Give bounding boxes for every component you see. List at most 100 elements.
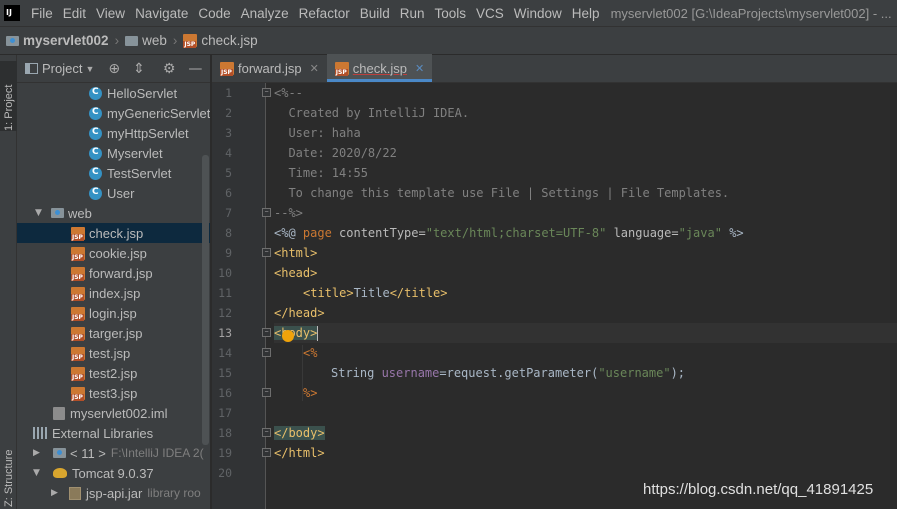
code-line: <head> [274, 266, 318, 280]
tree-item[interactable]: myHttpServlet [17, 123, 210, 143]
tree-item[interactable]: myGenericServlet [17, 103, 210, 123]
close-icon[interactable]: ✕ [310, 62, 319, 75]
class-icon [89, 166, 102, 180]
tree-item[interactable]: Myservlet [17, 143, 210, 163]
tree-item[interactable]: test.jsp [17, 343, 210, 363]
breadcrumb-file[interactable]: check.jsp [177, 33, 258, 48]
chevron-right-icon[interactable]: ▶ [51, 488, 63, 498]
watermark: https://blog.csdn.net/qq_41891425 [643, 481, 874, 498]
menu-navigate[interactable]: Navigate [130, 6, 193, 21]
line-number: 17 [218, 406, 232, 420]
tab-check-jsp[interactable]: check.jsp ✕ [326, 54, 433, 82]
menu-refactor[interactable]: Refactor [294, 6, 355, 21]
fold-marker-icon[interactable]: − [262, 388, 271, 397]
class-icon [89, 126, 102, 140]
line-number: 9 [225, 246, 232, 260]
tree-item[interactable]: cookie.jsp [17, 243, 210, 263]
menu-analyze[interactable]: Analyze [236, 6, 294, 21]
line-number: 19 [218, 446, 232, 460]
breadcrumb-folder[interactable]: web › [119, 33, 177, 48]
jsp-file-icon [220, 61, 234, 76]
structure-tool-tab[interactable]: Z: Structure [0, 427, 17, 507]
tree-item-jdk[interactable]: ▶ < 11 > F:\IntelliJ IDEA 2( [17, 443, 210, 463]
line-number: 14 [218, 346, 232, 360]
menu-bar: File Edit View Navigate Code Analyze Ref… [0, 0, 897, 26]
menu-vcs[interactable]: VCS [471, 6, 509, 21]
breadcrumb-project[interactable]: myservlet002 › [0, 33, 119, 48]
code-line: <%-- [274, 86, 303, 100]
tree-item[interactable]: login.jsp [17, 303, 210, 323]
tree-item-tomcat[interactable]: ▼ Tomcat 9.0.37 [17, 463, 210, 483]
window-title: myservlet002 [G:\IdeaProjects\myservlet0… [610, 5, 892, 21]
fold-marker-icon[interactable]: − [262, 428, 271, 437]
collapse-all-icon[interactable]: ⇕ [133, 61, 145, 77]
tree-item[interactable]: forward.jsp [17, 263, 210, 283]
menu-build[interactable]: Build [355, 6, 395, 21]
jsp-file-icon [71, 266, 85, 281]
tree-item[interactable]: User [17, 183, 210, 203]
tree-item-jar[interactable]: ▶ jsp-api.jar library roo [17, 483, 210, 503]
project-view-selector[interactable]: Project ▼ [25, 61, 94, 76]
fold-marker-icon[interactable]: − [262, 448, 271, 457]
menu-code[interactable]: Code [193, 6, 235, 21]
class-icon [89, 146, 102, 160]
tree-item-external-libraries[interactable]: External Libraries [17, 423, 210, 443]
project-scrollbar[interactable] [202, 155, 209, 445]
tree-item[interactable]: HelloServlet [17, 83, 210, 103]
fold-marker-icon[interactable]: − [262, 88, 271, 97]
menu-file[interactable]: File [26, 6, 58, 21]
class-icon [89, 186, 102, 200]
chevron-down-icon[interactable]: ▼ [35, 208, 47, 218]
code-line: <%@ page contentType="text/html;charset=… [274, 226, 744, 240]
code-line: <title>Title</title> [303, 286, 448, 300]
line-number: 1 [225, 86, 232, 100]
jsp-file-icon [71, 326, 85, 341]
tree-item[interactable]: myservlet002.iml [17, 403, 210, 423]
tree-item[interactable]: targer.jsp [17, 323, 210, 343]
tree-item-selected[interactable]: check.jsp [17, 223, 210, 243]
line-number: 8 [225, 226, 232, 240]
menu-window[interactable]: Window [509, 6, 567, 21]
folder-icon [125, 35, 139, 46]
line-number: 2 [225, 106, 232, 120]
project-tool-tab[interactable]: 1: Project [0, 61, 17, 131]
menu-edit[interactable]: Edit [58, 6, 91, 21]
menu-help[interactable]: Help [567, 6, 605, 21]
code-line: </html> [274, 446, 325, 460]
line-number: 11 [218, 286, 232, 300]
minimize-icon[interactable]: — [188, 61, 202, 77]
tree-item[interactable]: test3.jsp [17, 383, 210, 403]
tree-item[interactable]: TestServlet [17, 163, 210, 183]
gear-icon[interactable]: ⚙ [163, 61, 176, 77]
jar-icon [69, 486, 81, 500]
fold-marker-icon[interactable]: − [262, 248, 271, 257]
breadcrumb: myservlet002 › web › check.jsp [0, 26, 897, 55]
code-line: Time: 14:55 [274, 166, 368, 180]
tree-item[interactable]: test2.jsp [17, 363, 210, 383]
intention-bulb-icon[interactable] [282, 330, 294, 342]
jsp-file-icon [71, 286, 85, 301]
fold-marker-icon[interactable]: − [262, 208, 271, 217]
chevron-down-icon[interactable]: ▼ [33, 468, 45, 478]
fold-marker-icon[interactable]: − [262, 348, 271, 357]
code-area[interactable]: 1 2 3 4 5 6 7 8 9 10 11 12 13 14 15 16 1… [212, 83, 897, 509]
web-folder-icon [51, 208, 64, 218]
menu-view[interactable]: View [91, 6, 130, 21]
project-folder-icon [6, 35, 19, 46]
line-number: 13 [218, 326, 232, 340]
close-icon[interactable]: ✕ [415, 62, 424, 75]
class-icon [89, 86, 102, 100]
editor: forward.jsp ✕ check.jsp ✕ 1 2 3 4 5 6 7 … [212, 54, 897, 509]
line-number: 4 [225, 146, 232, 160]
menu-run[interactable]: Run [395, 6, 430, 21]
fold-marker-icon[interactable]: − [262, 328, 271, 337]
tree-item-web[interactable]: ▼ web [17, 203, 210, 223]
tree-item[interactable]: index.jsp [17, 283, 210, 303]
code-line: <% [303, 346, 318, 360]
project-panel: Project ▼ ⊕ ⇕ ⚙ — HelloServlet myGeneric… [17, 55, 211, 509]
locate-icon[interactable]: ⊕ [108, 61, 120, 77]
tab-forward-jsp[interactable]: forward.jsp ✕ [212, 54, 327, 82]
menu-tools[interactable]: Tools [430, 6, 472, 21]
chevron-right-icon[interactable]: ▶ [33, 448, 45, 458]
